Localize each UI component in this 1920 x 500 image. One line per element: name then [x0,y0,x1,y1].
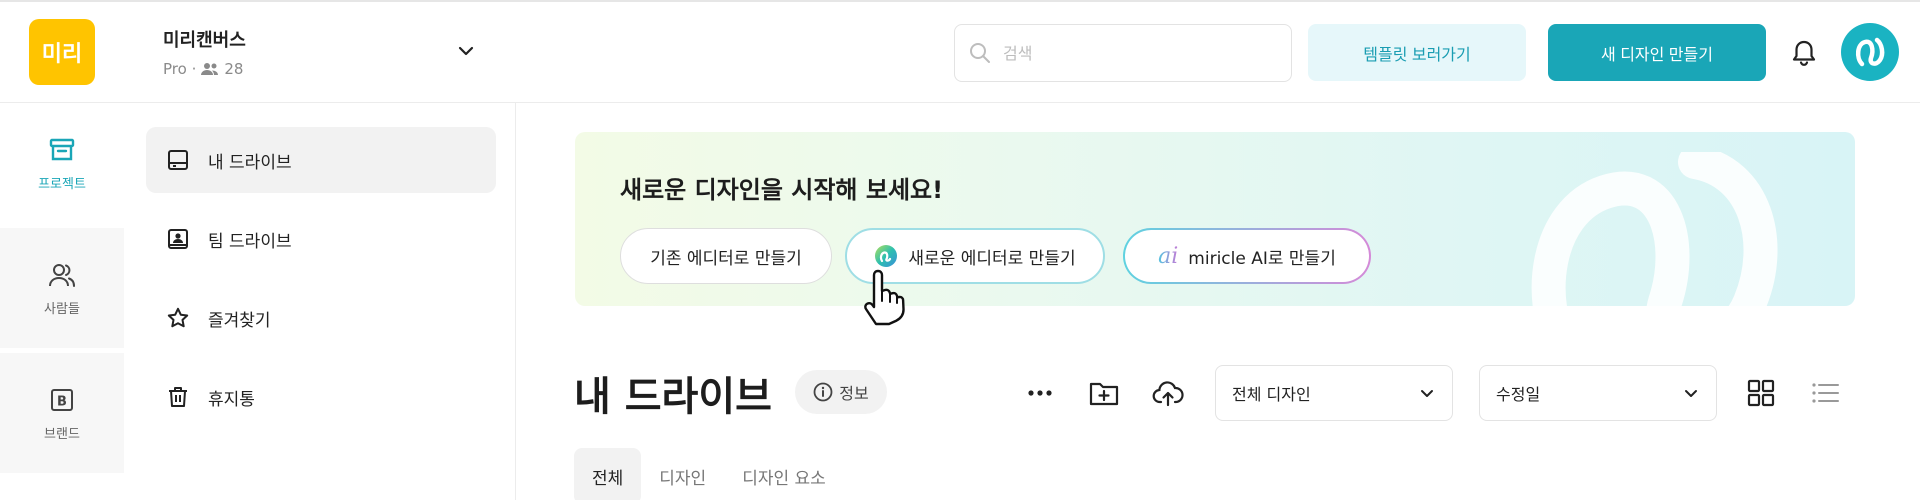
miricle-ai-button[interactable]: ai miricle AI로 만들기 [1123,228,1371,284]
hand-cursor-icon [864,269,905,326]
banner-title: 새로운 디자인을 시작해 보세요! [620,176,944,204]
avatar[interactable] [1841,23,1899,81]
nav-item-trash[interactable]: 휴지통 [146,364,496,430]
more-options-icon[interactable] [1024,377,1056,409]
trash-icon [169,387,187,407]
button-label: miricle AI로 만들기 [1188,248,1336,269]
sort-select[interactable]: 수정일 [1479,365,1717,421]
app-window: 미리 미리캔버스 Pro · 28 템플릿 보러가기 새 디자인 만들기 [0,0,1920,500]
design-filter-select[interactable]: 전체 디자인 [1215,365,1453,421]
banner-logo-decoration [1531,152,1778,306]
new-design-button[interactable]: 새 디자인 만들기 [1548,24,1766,81]
nav-item-label: 팀 드라이브 [208,231,292,252]
drive-icon [168,150,188,170]
start-design-banner: 새로운 디자인을 시작해 보세요! 기존 에디터로 만들기 새로운 에디터로 만… [575,132,1855,306]
people-icon [49,263,75,287]
tab-design-elements[interactable]: 디자인 요소 [724,448,844,500]
list-view-icon[interactable] [1809,377,1841,409]
profile-logo-icon [1855,37,1885,67]
rail-item-people[interactable]: 사람들 [0,228,124,348]
app-logo[interactable]: 미리 [29,19,95,85]
svg-text:B: B [57,394,67,409]
button-label: 새로운 에디터로 만들기 [908,248,1076,269]
workspace-name: 미리캔버스 [163,30,246,51]
content-tabs: 전체 디자인 디자인 요소 [574,448,844,500]
workspace-switcher[interactable]: 미리캔버스 Pro · 28 [163,26,246,78]
page-title: 내 드라이브 [574,374,772,420]
chevron-down-icon [1685,390,1697,397]
archive-box-icon [49,138,75,160]
nav-item-label: 즐겨찾기 [208,310,271,331]
star-icon [167,307,189,328]
select-value: 수정일 [1496,385,1541,404]
workspace-info: Pro · 28 [163,60,246,78]
brand-b-icon: B [51,388,73,411]
bell-icon[interactable] [1791,39,1817,67]
nav-item-my-drive[interactable]: 내 드라이브 [146,127,496,193]
rail-item-label: 프로젝트 [38,176,86,192]
left-rail: 프로젝트 사람들 B 브랜드 [0,103,124,500]
workspace-member-count: 28 [224,60,244,78]
nav-item-label: 내 드라이브 [208,152,292,173]
info-button[interactable]: 정보 [795,370,887,414]
chevron-down-icon [1421,390,1433,397]
members-icon [201,63,219,75]
team-drive-icon [168,229,188,249]
ai-icon: ai [1158,243,1179,269]
new-editor-logo-icon [875,245,898,267]
drive-nav: 내 드라이브 팀 드라이브 즐겨찾기 휴지통 [124,103,516,500]
tab-design[interactable]: 디자인 [641,448,724,500]
search-input[interactable] [1003,43,1263,63]
new-folder-icon[interactable] [1088,377,1120,409]
select-value: 전체 디자인 [1232,385,1311,404]
info-icon [813,382,833,402]
nav-item-team-drive[interactable]: 팀 드라이브 [146,206,496,272]
grid-view-icon[interactable] [1745,377,1777,409]
rail-item-brand[interactable]: B 브랜드 [0,353,124,473]
legacy-editor-button[interactable]: 기존 에디터로 만들기 [620,228,832,284]
chevron-down-icon[interactable] [455,40,477,62]
workspace-plan: Pro · [163,60,197,78]
nav-item-label: 휴지통 [208,389,255,410]
info-label: 정보 [839,384,869,403]
rail-item-label: 브랜드 [44,426,80,442]
nav-item-favorites[interactable]: 즐겨찾기 [146,285,496,351]
upload-cloud-icon[interactable] [1152,377,1184,409]
tab-all[interactable]: 전체 [574,448,642,500]
search-icon [970,43,990,63]
button-label: 기존 에디터로 만들기 [650,248,802,269]
rail-item-label: 사람들 [44,301,80,317]
view-templates-button[interactable]: 템플릿 보러가기 [1308,24,1526,81]
rail-item-projects[interactable]: 프로젝트 [0,103,124,223]
search-box[interactable] [954,24,1292,82]
top-bar: 미리 미리캔버스 Pro · 28 템플릿 보러가기 새 디자인 만들기 [0,2,1920,103]
